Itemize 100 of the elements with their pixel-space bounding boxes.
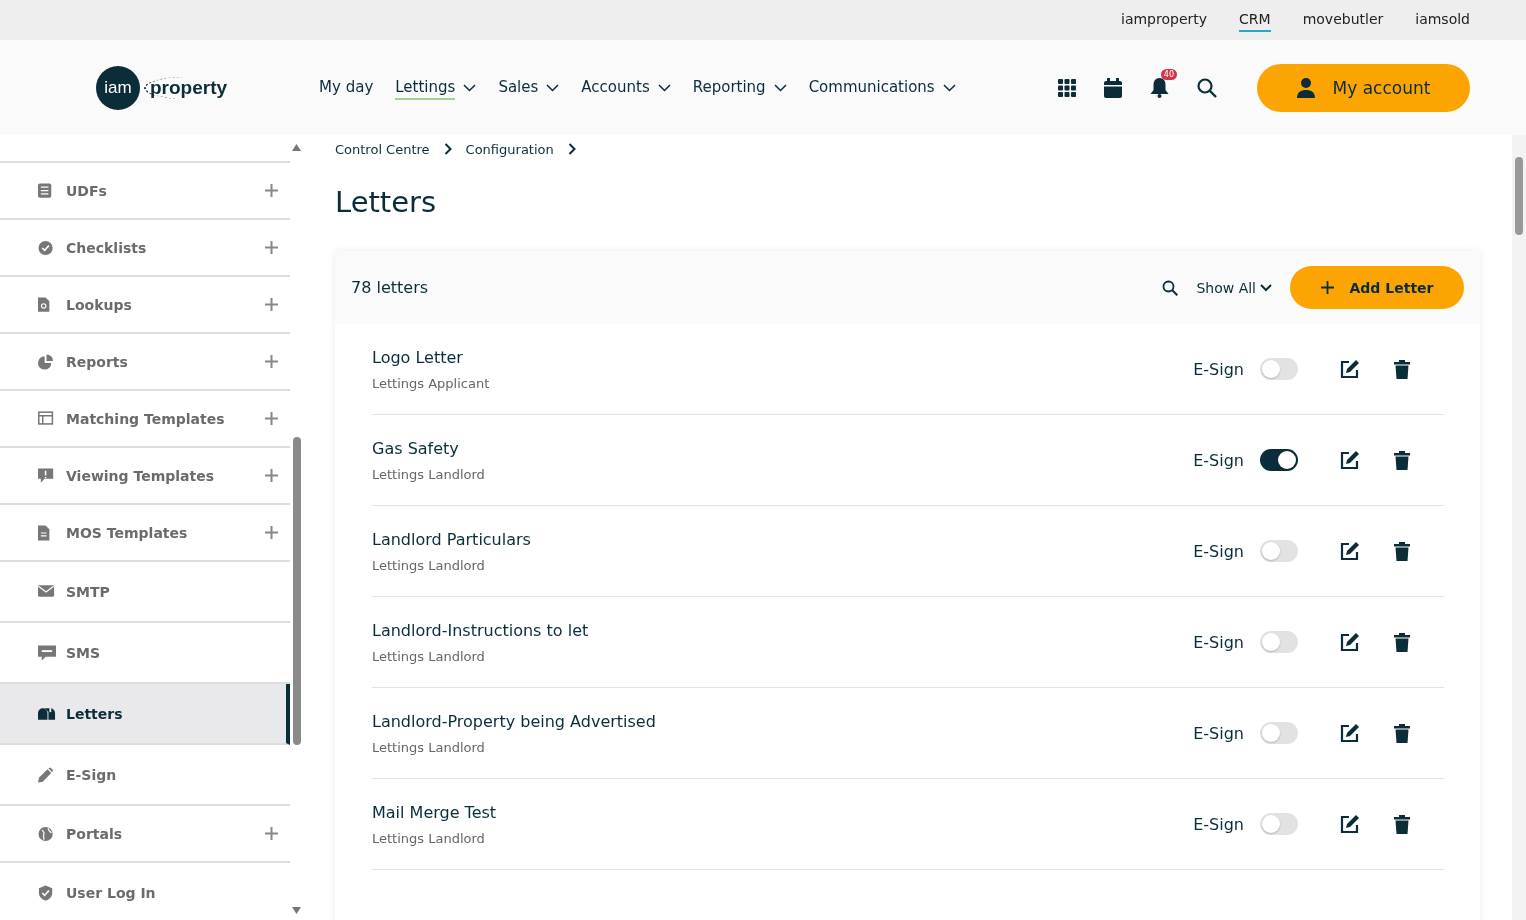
speech-bubble-icon [38,644,56,661]
letter-name: Landlord-Property being Advertised [372,711,657,731]
person-icon [1296,77,1315,98]
plus-icon[interactable] [265,355,278,368]
delete-button[interactable] [1394,723,1410,743]
nav-link[interactable]: My day [319,75,374,100]
esign-label: E-Sign [1193,541,1244,561]
edit-icon [1340,723,1360,743]
esign-toggle[interactable] [1260,813,1298,835]
site-link[interactable]: iamsold [1415,8,1470,32]
add-letter-button[interactable]: Add Letter [1290,266,1464,309]
letter-name: Mail Merge Test [372,802,498,822]
letter-category: Lettings Landlord [372,739,486,755]
nav-link[interactable]: Communications [808,75,956,100]
plus-icon[interactable] [265,526,278,539]
site-link[interactable]: CRM [1239,8,1271,32]
page-title: Letters [335,185,438,219]
edit-button[interactable] [1340,359,1360,379]
trash-icon [1394,541,1410,561]
scroll-up-icon[interactable] [292,144,301,151]
trash-icon [1394,450,1410,470]
chevron-right-icon [443,143,452,155]
letter-count: 78 letters [351,278,430,297]
esign-toggle[interactable] [1260,631,1298,653]
delete-button[interactable] [1394,450,1410,470]
site-link[interactable]: iamproperty [1121,8,1208,32]
scroll-down-icon[interactable] [292,907,301,914]
chevron-right-icon [567,143,576,155]
esign-toggle[interactable] [1260,449,1298,471]
nav-link[interactable]: Sales [498,75,560,100]
letter-category: Lettings Applicant [372,375,491,391]
esign-toggle[interactable] [1260,722,1298,744]
esign-label: E-Sign [1193,450,1244,470]
edit-icon [1340,541,1360,561]
globe-icon [38,825,56,842]
esign-toggle[interactable] [1260,540,1298,562]
edit-icon [1340,359,1360,379]
pie-chart-icon [38,353,56,370]
envelope-icon [38,583,56,600]
plus-icon[interactable] [265,298,278,311]
edit-button[interactable] [1340,632,1360,652]
plus-icon[interactable] [265,184,278,197]
account-button[interactable]: My account [1257,63,1470,112]
nav-link[interactable]: Lettings [395,75,477,100]
calendar-icon[interactable] [1104,77,1122,98]
check-circle-icon [38,239,56,256]
letter-name: Gas Safety [372,438,460,458]
scrollbar-thumb[interactable] [1515,157,1523,235]
nav-link[interactable]: Reporting [692,75,787,100]
esign-label: E-Sign [1193,632,1244,652]
delete-button[interactable] [1394,632,1410,652]
window-icon [38,410,56,427]
letter-category: Lettings Landlord [372,466,486,482]
breadcrumb-link[interactable]: Control Centre [335,141,430,157]
nav-link[interactable]: Accounts [581,75,671,100]
trash-icon [1394,359,1410,379]
letter-category: Lettings Landlord [372,830,486,846]
plus-icon[interactable] [265,469,278,482]
trash-icon [1394,723,1410,743]
sidebar-item[interactable]: Letters [0,684,290,745]
plus-icon[interactable] [265,241,278,254]
letter-category: Lettings Landlord [372,557,486,573]
delete-button[interactable] [1394,359,1410,379]
speech-alert-icon [38,467,56,484]
edit-button[interactable] [1340,450,1360,470]
breadcrumb-link[interactable]: Configuration [465,141,554,157]
plus-icon [1320,281,1334,294]
letter-name: Landlord-Instructions to let [372,620,590,640]
chevron-down-icon [1260,283,1272,292]
logo-badge: iam [96,65,140,110]
esign-label: E-Sign [1193,359,1244,379]
letter-category: Lettings Landlord [372,648,486,664]
plus-icon[interactable] [265,827,278,840]
plus-icon[interactable] [265,412,278,425]
search-icon[interactable] [1197,77,1217,98]
edit-icon [1340,632,1360,652]
notification-badge: 40 [1160,69,1177,80]
esign-toggle[interactable] [1260,358,1298,380]
edit-icon [1340,450,1360,470]
edit-button[interactable] [1340,541,1360,561]
scrollbar-thumb[interactable] [293,437,301,745]
search-icon[interactable] [1162,279,1179,296]
pencil-icon [38,766,56,783]
esign-label: E-Sign [1193,723,1244,743]
esign-label: E-Sign [1193,814,1244,834]
edit-icon [1340,814,1360,834]
letter-name: Landlord Particulars [372,529,532,549]
edit-button[interactable] [1340,814,1360,834]
logo-text: property [144,76,228,99]
site-link[interactable]: movebutler [1302,8,1384,32]
letter-name: Logo Letter [372,347,464,367]
bell-icon[interactable] [1150,77,1169,98]
mailbox-icon [38,705,56,722]
trash-icon [1394,632,1410,652]
delete-button[interactable] [1394,541,1410,561]
filter-dropdown[interactable]: Show All [1196,279,1272,296]
apps-grid-icon[interactable] [1058,78,1076,97]
trash-icon [1394,814,1410,834]
delete-button[interactable] [1394,814,1410,834]
edit-button[interactable] [1340,723,1360,743]
